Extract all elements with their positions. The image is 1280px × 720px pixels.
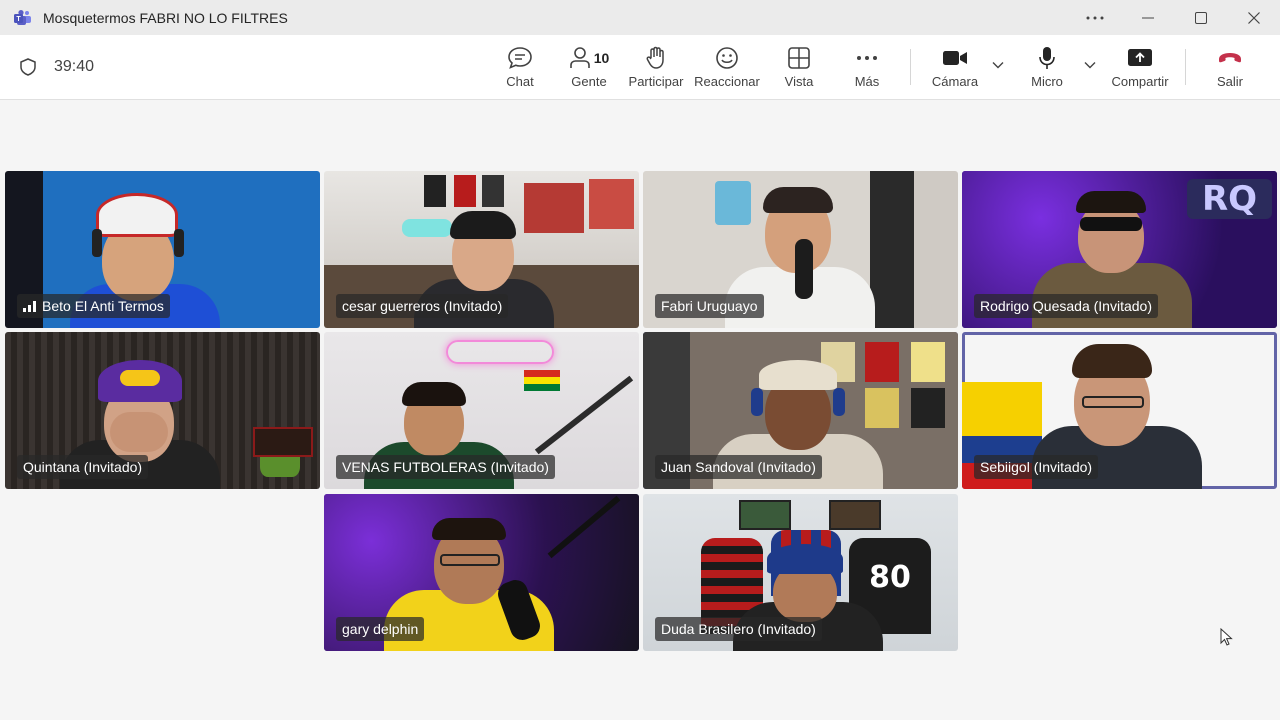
camera-button[interactable]: Cámara xyxy=(929,45,981,93)
more-label: Más xyxy=(854,74,880,89)
title-bar: T Mosquetermos FABRI NO LO FILTRES xyxy=(0,0,1280,35)
people-icon xyxy=(569,47,590,68)
more-icon xyxy=(857,56,877,60)
participant-name: cesar guerreros (Invitado) xyxy=(342,298,503,314)
mouse-cursor-icon xyxy=(1220,628,1233,646)
participant-tile[interactable]: 80 Duda Brasilero (Invitado) xyxy=(643,494,958,651)
leave-button[interactable]: Salir xyxy=(1210,45,1250,93)
participant-name-tag: gary delphin xyxy=(336,617,425,641)
participant-name-tag: cesar guerreros (Invitado) xyxy=(336,294,509,318)
chevron-down-icon xyxy=(992,62,1004,69)
window-title: Mosquetermos FABRI NO LO FILTRES xyxy=(43,9,288,26)
participant-name-tag: Duda Brasilero (Invitado) xyxy=(655,617,822,641)
leave-label: Salir xyxy=(1216,74,1243,89)
meeting-toolbar: 39:40 Chat 10 Gente Participar Reacciona… xyxy=(0,35,1280,100)
camera-label: Cámara xyxy=(931,74,979,89)
react-label: Reaccionar xyxy=(694,74,760,89)
maximize-button[interactable] xyxy=(1174,0,1227,35)
raise-hand-button[interactable]: Participar xyxy=(627,45,685,93)
participant-tile[interactable]: Sebiigol (Invitado) xyxy=(962,332,1277,489)
people-count: 10 xyxy=(593,50,610,66)
camera-options-button[interactable] xyxy=(990,57,1006,73)
chevron-down-icon xyxy=(1084,62,1096,69)
minimize-button[interactable] xyxy=(1121,0,1174,35)
share-button[interactable]: Compartir xyxy=(1108,45,1172,93)
participant-tile[interactable]: gary delphin xyxy=(324,494,639,651)
participant-name: Fabri Uruguayo xyxy=(661,298,758,314)
participant-tile[interactable]: Fabri Uruguayo xyxy=(643,171,958,328)
participant-name: Quintana (Invitado) xyxy=(23,459,143,475)
react-button[interactable]: Reaccionar xyxy=(694,45,760,93)
participant-name: Beto El Anti Termos xyxy=(42,298,164,314)
mic-label: Micro xyxy=(1031,74,1063,89)
participant-tile[interactable]: Juan Sandoval (Invitado) xyxy=(643,332,958,489)
participant-name-tag: Rodrigo Quesada (Invitado) xyxy=(974,294,1158,318)
ellipsis-icon xyxy=(1086,16,1103,19)
view-button[interactable]: Vista xyxy=(782,45,816,93)
participant-name-tag: Sebiigol (Invitado) xyxy=(974,455,1099,479)
minimize-icon xyxy=(1141,17,1154,18)
grid-view-icon xyxy=(788,47,810,69)
participant-name: VENAS FUTBOLERAS (Invitado) xyxy=(342,459,549,475)
close-button[interactable] xyxy=(1227,0,1280,35)
svg-text:T: T xyxy=(16,16,21,23)
raise-hand-label: Participar xyxy=(628,74,684,89)
toolbar-divider xyxy=(910,49,911,85)
signal-bars-icon xyxy=(23,300,36,312)
teams-icon: T xyxy=(14,9,32,27)
shield-icon xyxy=(20,58,36,76)
participant-name: gary delphin xyxy=(342,621,419,637)
participant-name: Duda Brasilero (Invitado) xyxy=(661,621,816,637)
participant-name: Juan Sandoval (Invitado) xyxy=(661,459,816,475)
participant-name-tag: Juan Sandoval (Invitado) xyxy=(655,455,822,479)
logo-sign: RQ xyxy=(1187,179,1272,219)
mic-button[interactable]: Micro xyxy=(1025,45,1069,93)
participant-tile[interactable]: Beto El Anti Termos xyxy=(5,171,320,328)
emoji-icon xyxy=(716,47,738,69)
toolbar-divider xyxy=(1185,49,1186,85)
participant-name-tag: Beto El Anti Termos xyxy=(17,294,170,318)
participant-name-tag: Quintana (Invitado) xyxy=(17,455,149,479)
participant-tile[interactable]: RQ Rodrigo Quesada (Invitado) xyxy=(962,171,1277,328)
more-options-button[interactable] xyxy=(1068,0,1121,35)
maximize-icon xyxy=(1194,11,1207,24)
share-label: Compartir xyxy=(1111,74,1169,89)
share-screen-icon xyxy=(1128,49,1152,66)
raise-hand-icon xyxy=(646,46,664,69)
more-button[interactable]: Más xyxy=(850,45,884,93)
mic-options-button[interactable] xyxy=(1082,57,1098,73)
chat-icon xyxy=(508,47,532,69)
participant-tile[interactable]: Quintana (Invitado) xyxy=(5,332,320,489)
hang-up-icon xyxy=(1219,53,1241,63)
microphone-icon xyxy=(1039,47,1055,69)
participant-name-tag: Fabri Uruguayo xyxy=(655,294,764,318)
participant-tile[interactable]: cesar guerreros (Invitado) xyxy=(324,171,639,328)
video-camera-icon xyxy=(943,51,967,65)
people-label: Gente xyxy=(571,74,607,89)
close-icon xyxy=(1247,11,1260,24)
chat-label: Chat xyxy=(506,74,534,89)
participant-tile[interactable]: VENAS FUTBOLERAS (Invitado) xyxy=(324,332,639,489)
timer-text: 39:40 xyxy=(54,58,95,75)
view-label: Vista xyxy=(784,74,814,89)
meeting-timer: 39:40 xyxy=(18,57,94,77)
chat-button[interactable]: Chat xyxy=(503,45,537,93)
participant-name: Rodrigo Quesada (Invitado) xyxy=(980,298,1152,314)
participant-name-tag: VENAS FUTBOLERAS (Invitado) xyxy=(336,455,555,479)
people-button[interactable]: 10 Gente xyxy=(565,45,613,93)
participant-name: Sebiigol (Invitado) xyxy=(980,459,1093,475)
